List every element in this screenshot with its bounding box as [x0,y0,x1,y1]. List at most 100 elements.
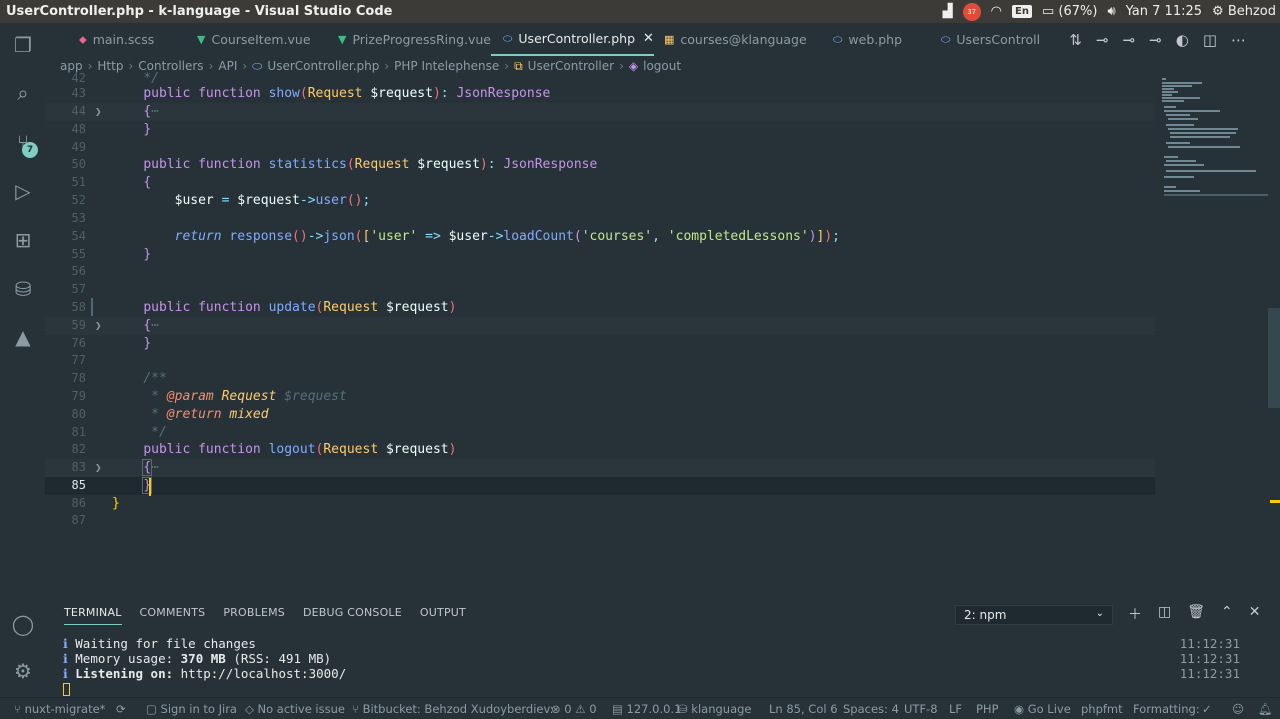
code-line: 78 /** [71,371,167,386]
git-branch[interactable]: ⑂ nuxt-migrate* [14,702,105,716]
status-bar: ⑂ nuxt-migrate* ⟳ ▢ Sign in to Jira ◇ No… [0,697,1280,719]
code-line: 52 $user = $request->user(); [71,193,371,208]
scrollbar-thumb[interactable] [1268,308,1280,408]
split-editor-icon[interactable]: ◫ [1203,31,1217,49]
close-icon[interactable]: ✕ [643,31,654,46]
git-prev-icon[interactable]: ⊸ [1123,31,1136,49]
code-line-folded: 83 ❯ {⋯ [45,459,1155,477]
info-icon: ℹ [63,651,68,666]
jira-issue[interactable]: ◇ No active issue [245,702,345,716]
cursor-position[interactable]: Ln 85, Col 6 [769,702,838,716]
info-icon: ℹ [63,636,68,651]
wifi-icon[interactable]: ◠ [991,4,1002,19]
code-line: 86} [71,496,120,511]
search-icon[interactable]: ⌕ [11,81,35,105]
vue-icon: ▼ [338,33,347,46]
git-next-icon[interactable]: ⊸ [1149,31,1162,49]
fold-chevron-icon[interactable]: ❯ [95,103,102,121]
git-commit-icon[interactable]: ⊸ [1096,31,1109,49]
code-line-folded: 59 ❯ {⋯ [45,317,1155,335]
editor-scrollbar[interactable] [1268,76,1280,596]
database-icon[interactable]: ⛁ [11,277,35,301]
jira-icon: ▢ [146,702,157,716]
timeline-icon[interactable]: ◐ [1176,31,1189,49]
accounts-icon[interactable]: ◯ [11,612,35,636]
tab-comments[interactable]: COMMENTS [140,606,206,625]
terminal-selector[interactable]: 2: npm ⌄ [955,605,1113,625]
new-terminal-icon[interactable]: ＋ [1128,604,1142,624]
db-project[interactable]: ⛁ klanguage [678,702,752,716]
tab-terminal[interactable]: TERMINAL [64,606,122,625]
terminal-output[interactable]: ℹ Waiting for file changes ℹ Memory usag… [63,636,346,696]
code-line: 58 public function update(Request $reque… [71,300,457,315]
clock[interactable]: Yan 7 11:25 [1126,4,1202,19]
code-editor[interactable]: 42 */ 43 public function show(Request $r… [45,71,1155,596]
tab-main-scss[interactable]: ⬥ main.scss [45,23,185,56]
code-line: 77 [71,353,86,367]
terminal-cursor [63,683,70,696]
code-line: 48 } [71,122,152,137]
code-line: 55 } [71,247,152,262]
db-connection[interactable]: ▤ 127.0.0.1 [612,702,681,716]
jira-login[interactable]: ▢ Sign in to Jira [146,702,237,716]
tab-output[interactable]: OUTPUT [420,606,466,625]
close-panel-icon[interactable]: ✕ [1249,604,1261,624]
broadcast-icon: ◉ [1014,702,1025,716]
user-menu[interactable]: ⚙ Behzod [1212,4,1276,19]
language-mode[interactable]: PHP [976,702,999,716]
git-change-marker [91,298,93,316]
bitbucket-status[interactable]: ⑂ Bitbucket: Behzod Xudoyberdiev: [352,702,554,716]
code-line: 53 [71,211,86,225]
chevron-down-icon: ⌄ [1095,608,1104,619]
manage-gear-icon[interactable]: ⚙ [11,659,35,683]
end-of-line[interactable]: LF [949,702,962,716]
go-live-button[interactable]: ◉ Go Live [1014,702,1071,716]
formatter[interactable]: phpfmt [1081,702,1123,716]
battery-indicator[interactable]: ▭ (67%) [1042,4,1097,19]
minimap[interactable] [1160,76,1268,206]
maximize-panel-icon[interactable]: ⌃ [1221,604,1233,624]
explorer-icon[interactable]: ❐ [11,33,35,57]
php-icon: ⬭ [503,31,513,45]
more-actions-icon[interactable]: ⋯ [1231,31,1246,49]
table-icon: ▦ [664,33,675,46]
volume-icon[interactable]: 🔊︎ [1107,4,1115,19]
code-line: 57 [71,282,86,296]
info-icon: ℹ [63,666,68,681]
code-line-current: 85 } [45,477,1155,495]
problems-status[interactable]: ⊗ 0 ⚠ 0 [551,702,597,716]
terminal-timestamps: 11:12:31 11:12:31 11:12:31 [1179,636,1240,681]
battery-icon: ▭ [1041,4,1055,19]
indentation[interactable]: Spaces: 4 [843,702,899,716]
split-terminal-icon[interactable]: ◫ [1158,604,1171,624]
tab-usercontroller-php[interactable]: ⬭ UserController.php ✕ [491,23,654,56]
tab-problems[interactable]: PROBLEMS [223,606,285,625]
notification-icon[interactable]: 37 [962,2,981,21]
trash-icon[interactable]: 🗑︎ [1187,604,1205,624]
tab-courseitem-vue[interactable]: ▼ CourseItem.vue [185,23,328,56]
tab-web-php[interactable]: ⬭ web.php [819,23,931,56]
extensions-icon[interactable]: ⊞ [11,228,35,252]
code-line: 51 { [71,175,152,190]
run-debug-icon[interactable]: ▷ [11,179,35,203]
tab-courses-klanguage[interactable]: ▦ courses@klanguage [654,23,819,56]
formatting-status[interactable]: Formatting: [1133,702,1200,716]
feedback-icon[interactable]: ☺ [1232,702,1244,716]
text-cursor [149,478,151,496]
signal-icon[interactable]: ▟ [943,4,953,19]
sync-icon[interactable]: ⟳ [116,702,126,716]
terminal-prompt [63,681,346,696]
file-encoding[interactable]: UTF-8 [904,702,938,716]
activity-bar: ❐ ⌕ ⑂ 7 ▷ ⊞ ⛁ ▲ ◯ ⚙ [0,23,45,695]
compare-icon[interactable]: ⇅ [1069,31,1082,49]
fold-chevron-icon[interactable]: ❯ [95,317,102,335]
tab-debug-console[interactable]: DEBUG CONSOLE [303,606,402,625]
tab-userscontroller-php[interactable]: ⬭ UsersControll [931,23,1046,56]
code-line: 56 [71,264,86,278]
code-line: 54 return response()->json(['user' => $u… [71,229,840,244]
fold-chevron-icon[interactable]: ❯ [95,459,102,477]
deploy-icon[interactable]: ▲ [11,325,35,349]
bell-icon[interactable]: 🔔︎ [1258,702,1273,716]
keyboard-layout-indicator[interactable]: En [1012,5,1032,18]
tab-prizeprogressring-vue[interactable]: ▼ PrizeProgressRing.vue [328,23,491,56]
